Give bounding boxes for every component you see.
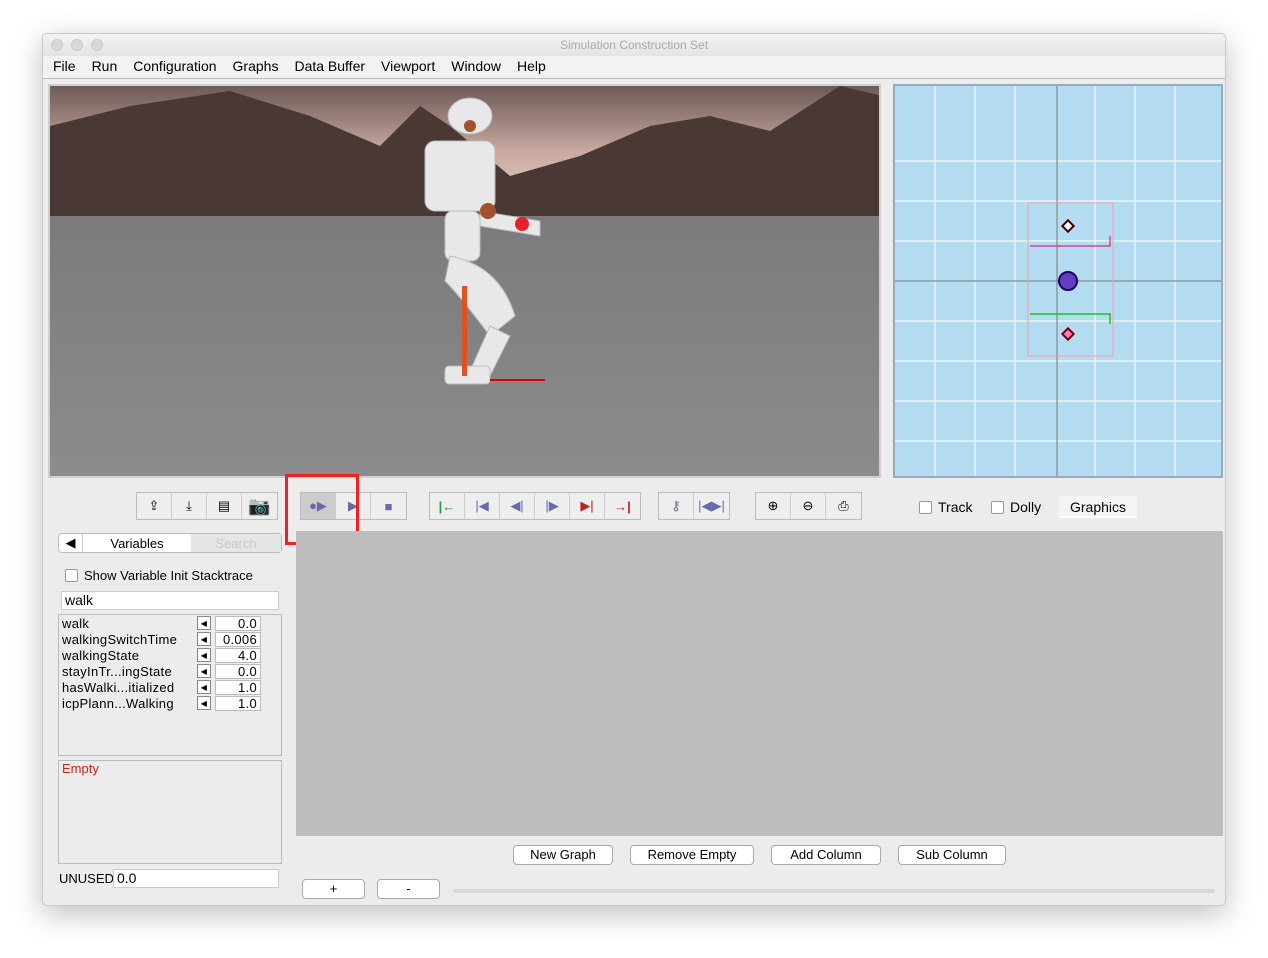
variable-value-field[interactable]: 4.0: [215, 647, 261, 663]
step-back-icon[interactable]: ◀|: [500, 493, 535, 519]
variable-row[interactable]: icpPlann...Walking ◀ 1.0: [59, 695, 281, 711]
key-icon[interactable]: ⚷: [659, 493, 694, 519]
track-checkbox[interactable]: Track: [919, 499, 972, 515]
variable-name: walk: [62, 615, 90, 631]
minus-button[interactable]: -: [377, 879, 440, 899]
toggle-keypoint-icon[interactable]: |◀▶|: [694, 493, 729, 519]
3d-viewport[interactable]: [48, 84, 881, 478]
menu-data-buffer[interactable]: Data Buffer: [286, 56, 373, 78]
graph-area[interactable]: [296, 531, 1223, 836]
empty-list: Empty: [58, 760, 282, 864]
plus-button[interactable]: +: [302, 879, 365, 899]
goto-out-point-icon[interactable]: →|: [605, 493, 640, 519]
variable-name: walkingState: [62, 647, 140, 663]
sub-column-button[interactable]: Sub Column: [898, 845, 1006, 865]
export-icon[interactable]: ⇪: [137, 493, 172, 519]
minimize-button[interactable]: [71, 39, 83, 51]
menu-graphs[interactable]: Graphs: [225, 56, 287, 78]
menu-help[interactable]: Help: [509, 56, 554, 78]
toolbar-group-zoom: ⊕ ⊖ ⎙: [755, 492, 862, 520]
horizontal-scrollbar[interactable]: [453, 889, 1215, 893]
variables-panel: ◀ Variables Search Show Variable Init St…: [51, 529, 286, 899]
print-icon[interactable]: ⎙: [826, 493, 861, 519]
dolly-checkbox[interactable]: Dolly: [991, 499, 1041, 515]
variable-value-field[interactable]: 1.0: [215, 679, 261, 695]
variable-value-field[interactable]: 0.0: [215, 615, 261, 631]
variable-arrow-icon[interactable]: ◀: [197, 664, 211, 678]
variable-name: icpPlann...Walking: [62, 695, 174, 711]
film-icon[interactable]: ▤: [207, 493, 242, 519]
unused-label: UNUSED: [59, 871, 114, 886]
top-view-plot: [895, 86, 1221, 476]
3d-scene: [50, 86, 879, 476]
variable-arrow-icon[interactable]: ◀: [197, 680, 211, 694]
variable-value-field[interactable]: 0.0: [215, 663, 261, 679]
title-bar: Simulation Construction Set: [43, 34, 1225, 56]
zoom-out-icon[interactable]: ⊖: [791, 493, 826, 519]
menu-configuration[interactable]: Configuration: [125, 56, 224, 78]
app-window: Simulation Construction Set File Run Con…: [42, 33, 1226, 906]
window-title: Simulation Construction Set: [559, 38, 709, 52]
unused-value-field[interactable]: 0.0: [113, 869, 279, 888]
graphics-tab[interactable]: Graphics: [1059, 496, 1137, 518]
menu-viewport[interactable]: Viewport: [373, 56, 443, 78]
show-stacktrace-checkbox[interactable]: Show Variable Init Stacktrace: [65, 568, 253, 583]
variable-row[interactable]: hasWalki...itialized ◀ 1.0: [59, 679, 281, 695]
menu-run[interactable]: Run: [84, 56, 126, 78]
stop-icon[interactable]: ■: [371, 493, 406, 519]
empty-label: Empty: [62, 761, 99, 776]
toolbar-group-keys: ⚷ |◀▶|: [658, 492, 730, 520]
variable-name: hasWalki...itialized: [62, 679, 175, 695]
tab-variables[interactable]: Variables: [83, 534, 191, 552]
variable-row[interactable]: walk ◀ 0.0: [59, 615, 281, 631]
variable-arrow-icon[interactable]: ◀: [197, 632, 211, 646]
add-column-button[interactable]: Add Column: [771, 845, 881, 865]
toolbar-group-file: ⇪ ⤓ ▤ 📷: [136, 492, 278, 520]
zoom-in-icon[interactable]: ⊕: [756, 493, 791, 519]
variable-value-field[interactable]: 0.006: [215, 631, 261, 647]
variable-row[interactable]: stayInTr...ingState ◀ 0.0: [59, 663, 281, 679]
variable-tabs: ◀ Variables Search: [58, 533, 282, 553]
variable-name: walkingSwitchTime: [62, 631, 178, 647]
variable-name: stayInTr...ingState: [62, 663, 172, 679]
variable-row[interactable]: walkingState ◀ 4.0: [59, 647, 281, 663]
import-icon[interactable]: ⤓: [172, 493, 207, 519]
variable-list: walk ◀ 0.0 walkingSwitchTime ◀ 0.006 walkingSt…: [58, 614, 282, 756]
top-view-viewport[interactable]: [893, 84, 1223, 478]
variable-row[interactable]: walkingSwitchTime ◀ 0.006: [59, 631, 281, 647]
close-button[interactable]: [51, 39, 63, 51]
menu-file[interactable]: File: [45, 56, 84, 78]
variable-value-field[interactable]: 1.0: [215, 695, 261, 711]
goto-in-point-icon[interactable]: |←: [430, 493, 465, 519]
toolbar-group-playback: |← |◀ ◀| |▶ ▶| →|: [429, 492, 641, 520]
variable-arrow-icon[interactable]: ◀: [197, 696, 211, 710]
step-forward-icon[interactable]: |▶: [535, 493, 570, 519]
menu-window[interactable]: Window: [443, 56, 509, 78]
tab-search[interactable]: Search: [191, 534, 281, 552]
show-stacktrace-label: Show Variable Init Stacktrace: [84, 568, 253, 583]
variable-search-input[interactable]: walk: [61, 591, 279, 610]
menu-bar: File Run Configuration Graphs Data Buffe…: [43, 56, 1225, 79]
back-arrow-icon[interactable]: ◀: [59, 534, 83, 552]
variable-arrow-icon[interactable]: ◀: [197, 648, 211, 662]
step-to-start-icon[interactable]: |◀: [465, 493, 500, 519]
zoom-button[interactable]: [91, 39, 103, 51]
camera-icon[interactable]: 📷: [242, 493, 277, 519]
remove-empty-button[interactable]: Remove Empty: [630, 845, 754, 865]
dolly-label: Dolly: [1010, 499, 1042, 515]
track-label: Track: [938, 499, 973, 515]
new-graph-button[interactable]: New Graph: [513, 845, 613, 865]
step-to-end-icon[interactable]: ▶|: [570, 493, 605, 519]
variable-arrow-icon[interactable]: ◀: [197, 616, 211, 630]
toolbar: ⇪ ⤓ ▤ 📷 ●▶ ▶ ■ |← |◀ ◀| |▶ ▶| →| ⚷ |◀▶| …: [43, 474, 1225, 545]
